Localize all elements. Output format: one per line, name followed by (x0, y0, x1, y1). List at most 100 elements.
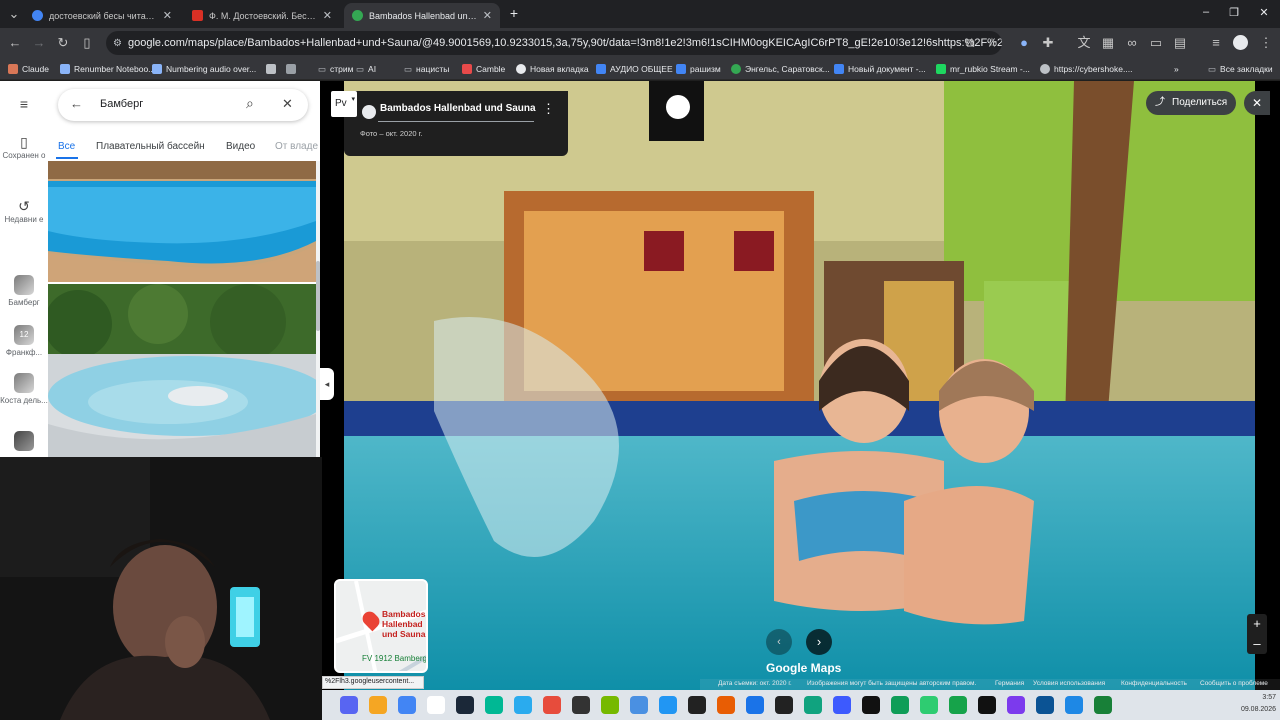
taskbar-app-icon[interactable] (659, 696, 677, 714)
taskbar-app-icon[interactable] (978, 696, 996, 714)
star-icon[interactable]: ☆ (984, 35, 1000, 51)
zoom-in-button[interactable]: + (1247, 614, 1267, 634)
forward-icon[interactable]: → (31, 35, 47, 51)
taskbar-app-icon[interactable] (572, 696, 590, 714)
zoom-out-button[interactable]: – (1247, 634, 1267, 654)
side-panel-icon[interactable]: ▯ (79, 35, 95, 51)
taskbar-app-icon[interactable] (920, 696, 938, 714)
taskbar-app-icon[interactable] (456, 696, 474, 714)
close-icon[interactable]: ✕ (483, 9, 492, 22)
back-arrow-icon[interactable]: ← (70, 96, 83, 111)
taskbar-app-icon[interactable] (775, 696, 793, 714)
taskbar-app-icon[interactable] (601, 696, 619, 714)
folder-ai[interactable]: ▭ AI (356, 61, 376, 77)
next-photo-button[interactable]: › (806, 629, 832, 655)
bookmark-icon-only[interactable] (266, 61, 276, 77)
taskbar-app-icon[interactable] (891, 696, 909, 714)
bookmark-camble[interactable]: Camble (462, 61, 505, 77)
photo-thumb-outdoor-pool[interactable] (48, 284, 316, 457)
bookmark-numbering[interactable]: Numbering audio over... (152, 61, 256, 77)
folder-nazis[interactable]: ▭ нацисты (404, 61, 449, 77)
address-bar[interactable]: ⚙ google.com/maps/place/Bambados+Hallenb… (106, 31, 1002, 55)
close-icon[interactable]: ✕ (323, 9, 332, 22)
site-info-icon[interactable]: ⚙ (113, 38, 122, 49)
tab-pool[interactable]: Плавательный бассейн (96, 141, 205, 152)
minimize-button[interactable]: – (1196, 6, 1216, 18)
install-app-icon[interactable]: ⧉ (962, 35, 978, 51)
grid-icon[interactable]: ▦ (1100, 35, 1116, 51)
search-input[interactable]: Бамберг (100, 98, 143, 110)
clear-search-icon[interactable]: ✕ (282, 96, 293, 112)
search-icon[interactable]: ⌕ (246, 95, 254, 112)
mini-map[interactable]: Bambados Hallenbad und Sauna FV 1912 Bam… (334, 579, 428, 673)
bookmark-new-tab[interactable]: Новая вкладка (516, 61, 589, 77)
taskbar-app-icon[interactable] (369, 696, 387, 714)
taskbar-app-icon[interactable] (427, 696, 445, 714)
taskbar-app-icon[interactable] (1007, 696, 1025, 714)
bookmark-rashizm[interactable]: рашизм (676, 61, 721, 77)
recent-button[interactable]: ↺ Недавни е (0, 197, 48, 225)
recent-frankfurt[interactable]: 12 Франкф... (0, 325, 48, 358)
window-close-button[interactable]: ✕ (1254, 6, 1274, 19)
taskbar-app-icon[interactable] (340, 696, 358, 714)
recent-costa[interactable]: Коста дель... (0, 373, 48, 406)
back-icon[interactable]: ← (7, 35, 23, 51)
new-tab-button[interactable]: + (504, 5, 524, 21)
maximize-button[interactable]: ❐ (1224, 6, 1244, 19)
share-button[interactable]: ⤴ Поделиться (1146, 91, 1236, 115)
folder-stream[interactable]: ▭ стрим (318, 61, 354, 77)
taskbar-app-icon[interactable] (1036, 696, 1054, 714)
main-photo[interactable] (344, 81, 1255, 690)
taskbar-app-icon[interactable] (746, 696, 764, 714)
bookmark-new-doc[interactable]: Новый документ -... (834, 61, 926, 77)
bookmark-engels[interactable]: Энгельс, Саратовск... (731, 61, 830, 77)
place-title[interactable]: Bambados Hallenbad und Sauna (380, 103, 536, 114)
taskbar-app-icon[interactable] (1065, 696, 1083, 714)
tab-3-active[interactable]: Bambados Hallenbad und Sauna ✕ (344, 3, 500, 28)
clock[interactable]: 3:57 09.08.2026 (1234, 694, 1276, 713)
recent-more[interactable] (0, 431, 48, 454)
taskbar-app-icon[interactable] (485, 696, 503, 714)
taskbar-app-icon[interactable] (398, 696, 416, 714)
saved-button[interactable]: ▯ Сохранен о (0, 133, 48, 161)
more-options-icon[interactable]: ⋮ (542, 101, 555, 117)
menu-kebab-icon[interactable]: ⋮ (1258, 35, 1274, 51)
privacy-link[interactable]: Конфиденциальность (1121, 680, 1187, 687)
taskbar-app-icon[interactable] (949, 696, 967, 714)
bookmark-cybershoke[interactable]: https://cybershoke.... (1040, 61, 1132, 77)
tab-video[interactable]: Видео (226, 141, 255, 152)
reading-list-icon[interactable]: ▤ (1172, 35, 1188, 51)
menu-icon[interactable]: ≡ (0, 97, 48, 111)
taskbar-app-icon[interactable] (717, 696, 735, 714)
tab-2[interactable]: Ф. М. Достоевский. Бесы. Текс ✕ (184, 3, 340, 28)
taskbar-app-icon[interactable] (804, 696, 822, 714)
bookmark-apps-icon[interactable] (286, 61, 296, 77)
tab-all[interactable]: Все (58, 141, 75, 152)
tab-search-icon[interactable]: ⌄ (6, 6, 22, 22)
reload-icon[interactable]: ↻ (55, 35, 71, 51)
previous-photo-button[interactable]: ‹ (766, 629, 792, 655)
close-viewer-button[interactable]: ✕ (1244, 91, 1270, 115)
recent-bamberg[interactable]: Бамберг (0, 275, 48, 308)
report-problem-link[interactable]: Сообщить о проблеме (1200, 680, 1268, 687)
bookmark-stream[interactable]: mr_rubkio Stream -... (936, 61, 1030, 77)
taskbar-app-icon[interactable] (833, 696, 851, 714)
translate-icon[interactable]: 文 (1076, 35, 1092, 51)
taskbar-app-icon[interactable] (1094, 696, 1112, 714)
terms-link[interactable]: Условия использования (1033, 680, 1105, 687)
extension-icon[interactable]: ● (1016, 35, 1032, 51)
cast-icon[interactable]: ▭ (1148, 35, 1164, 51)
tab-1[interactable]: достоевский бесы читать онла ✕ (24, 3, 180, 28)
link-icon[interactable]: ∞ (1124, 35, 1140, 51)
language-selector[interactable]: Рv ▾ (331, 91, 357, 117)
media-icon[interactable]: ≡ (1208, 35, 1224, 51)
all-bookmarks[interactable]: ▭ Все закладки (1208, 61, 1273, 77)
extensions-puzzle-icon[interactable]: ✚ (1040, 35, 1056, 51)
taskbar-app-icon[interactable] (862, 696, 880, 714)
bookmark-claude[interactable]: Claude (8, 61, 49, 77)
taskbar-app-icon[interactable] (688, 696, 706, 714)
bookmarks-overflow[interactable]: » (1174, 61, 1179, 77)
taskbar-app-icon[interactable] (514, 696, 532, 714)
photo-thumb-indoor-pool[interactable] (48, 161, 316, 282)
country-link[interactable]: Германия (995, 680, 1024, 687)
